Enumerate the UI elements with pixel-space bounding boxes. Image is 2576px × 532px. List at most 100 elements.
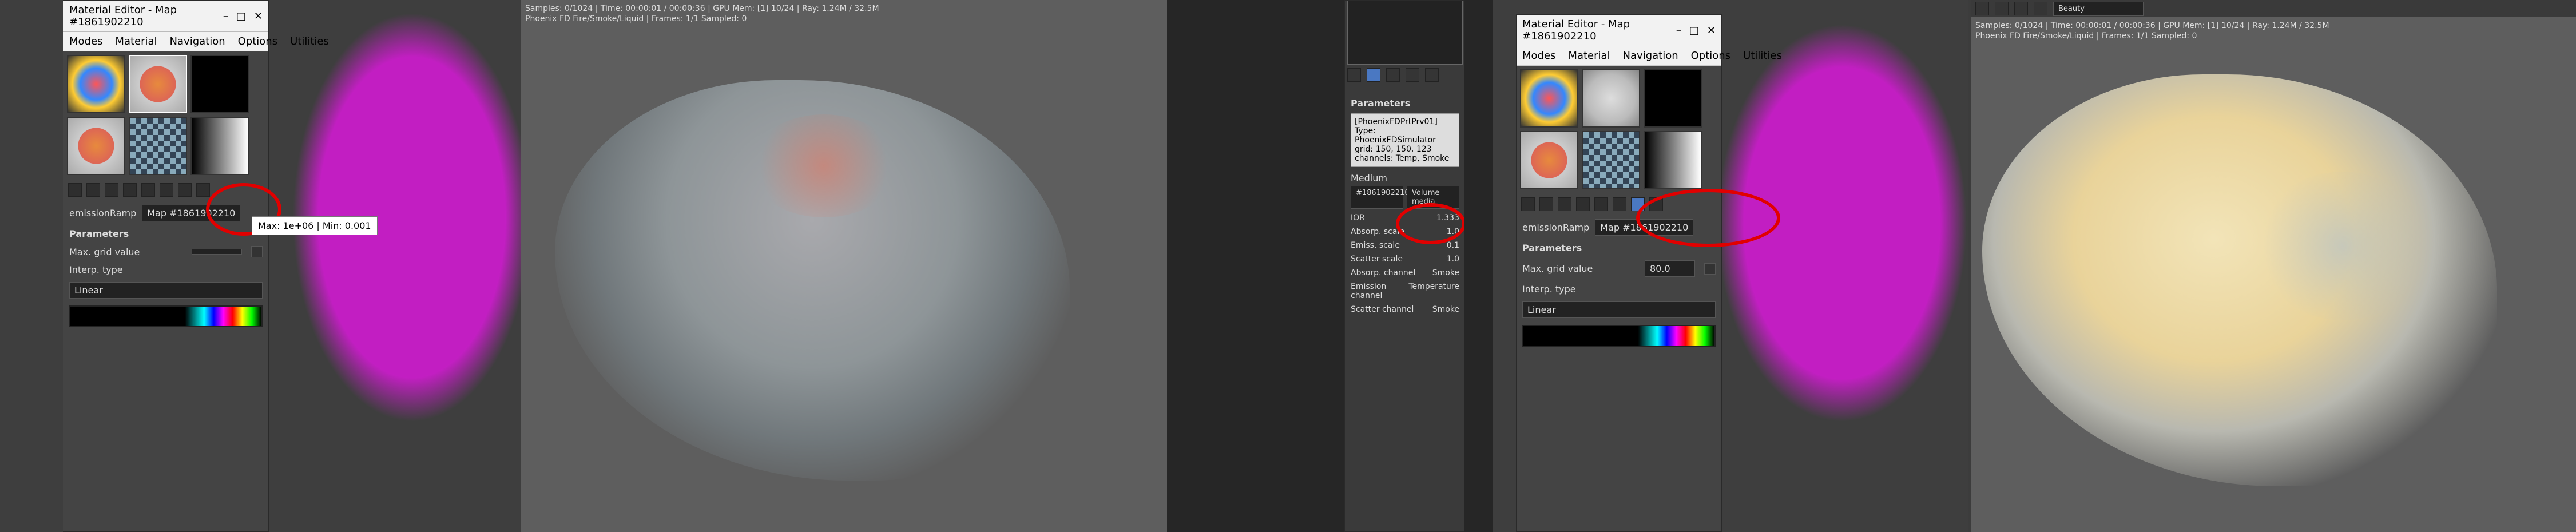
menu-bar: Modes Material Navigation Options Utilit…	[1517, 46, 1782, 66]
maximize-icon[interactable]: □	[1689, 25, 1699, 37]
max-grid-row: Max. grid value	[63, 243, 268, 261]
emission-channel-label: Emission channel	[1351, 282, 1387, 300]
param-row-emission-channel: Emission channel Temperature	[1351, 282, 1459, 300]
interp-dropdown[interactable]: Linear	[69, 282, 263, 299]
max-grid-spinner[interactable]	[1704, 263, 1716, 275]
params-title-middle[interactable]: Parameters	[1351, 98, 1459, 109]
gradient-row	[1517, 321, 1721, 350]
max-grid-spinner[interactable]	[251, 246, 263, 257]
show-map-icon[interactable]	[178, 183, 192, 197]
blue-tint-right	[2257, 172, 2428, 320]
max-grid-value-field[interactable]	[192, 249, 242, 255]
scatter-channel-label: Scatter channel	[1351, 305, 1414, 314]
info-icon[interactable]	[1367, 68, 1380, 82]
menu-modes[interactable]: Modes	[69, 35, 102, 47]
pick-icon[interactable]	[1347, 68, 1361, 82]
interp-label: Interp. type	[1522, 284, 1576, 295]
emiss-scale-value[interactable]: 0.1	[1447, 241, 1459, 250]
material-slot-1[interactable]	[67, 55, 125, 113]
pick-material-icon[interactable]	[1521, 197, 1535, 211]
material-slot-6[interactable]	[1644, 131, 1702, 189]
unique-icon[interactable]	[1594, 197, 1608, 211]
render-element-dropdown[interactable]: Beauty	[2053, 1, 2144, 16]
reset-map-icon[interactable]	[1558, 197, 1571, 211]
go-parent-icon[interactable]	[196, 183, 210, 197]
material-editor-right[interactable]: Material Editor - Map #1861902210 – □ ✕ …	[1516, 14, 1782, 532]
scatter-channel-value[interactable]: Smoke	[1432, 305, 1459, 314]
put-library-icon[interactable]	[160, 183, 173, 197]
menu-navigation[interactable]: Navigation	[170, 35, 225, 47]
copy-material-icon[interactable]	[1576, 197, 1590, 211]
material-slot-3[interactable]	[1644, 69, 1702, 128]
menu-options[interactable]: Options	[1691, 50, 1730, 62]
emission-channel-value[interactable]: Temperature	[1408, 282, 1459, 300]
material-slot-2[interactable]	[1582, 69, 1640, 128]
max-grid-row: Max. grid value 80.0	[1517, 257, 1721, 280]
param-row-absorp-channel: Absorp. channel Smoke	[1351, 268, 1459, 277]
color-gradient-ramp[interactable]	[69, 305, 263, 327]
medium-field[interactable]: #1861902210	[1351, 186, 1410, 209]
material-slot-1[interactable]	[1520, 69, 1578, 128]
mini-toolbar	[1347, 68, 1439, 82]
unique-icon[interactable]	[141, 183, 155, 197]
absorp-channel-value[interactable]: Smoke	[1432, 268, 1459, 277]
ember-glow-left	[749, 114, 898, 217]
save-icon[interactable]	[1975, 2, 1989, 15]
put-library-icon[interactable]	[1613, 197, 1626, 211]
interp-dropdown-row: Linear	[1517, 298, 1721, 321]
parameters-panel-middle[interactable]: Parameters [PhoenixFDPrtPrv01] Type: Pho…	[1344, 0, 1464, 532]
absorp-channel-label: Absorp. channel	[1351, 268, 1416, 277]
material-slots	[63, 51, 268, 178]
window-title-bar[interactable]: Material Editor - Map #1861902210 – □ ✕	[63, 1, 268, 32]
menu-modes[interactable]: Modes	[1522, 50, 1555, 62]
assign-material-icon[interactable]	[1539, 197, 1553, 211]
config-icon[interactable]	[1425, 68, 1439, 82]
menu-bar: Modes Material Navigation Options Utilit…	[63, 32, 329, 51]
listbox-line-4: channels: Temp, Smoke	[1355, 154, 1450, 163]
menu-material[interactable]: Material	[1568, 50, 1610, 62]
refresh-icon[interactable]	[1995, 2, 2009, 15]
pin-icon[interactable]	[1386, 68, 1400, 82]
render-window-left[interactable]: Samples: 0/1024 | Time: 00:00:01 / 00:00…	[521, 0, 1167, 532]
stop-icon[interactable]	[2034, 2, 2047, 15]
material-slot-6[interactable]	[190, 117, 249, 175]
menu-utilities[interactable]: Utilities	[1743, 50, 1782, 62]
material-slot-4[interactable]	[67, 117, 125, 175]
window-title-bar[interactable]: Material Editor - Map #1861902210 – □ ✕	[1517, 15, 1721, 46]
close-icon[interactable]: ✕	[1707, 25, 1716, 37]
copy-material-icon[interactable]	[123, 183, 137, 197]
material-slot-5[interactable]	[129, 117, 187, 175]
listbox-line-2: Type: PhoenixFDSimulator	[1355, 126, 1436, 145]
reset-map-icon[interactable]	[105, 183, 118, 197]
param-row-scatter-channel: Scatter channel Smoke	[1351, 305, 1459, 314]
material-slot-2[interactable]	[129, 55, 187, 113]
material-slot-4[interactable]	[1520, 131, 1578, 189]
menu-navigation[interactable]: Navigation	[1623, 50, 1678, 62]
fire-cloud-right	[1982, 74, 2497, 486]
minimize-icon[interactable]: –	[223, 10, 228, 22]
interp-dropdown[interactable]: Linear	[1522, 301, 1716, 318]
pause-icon[interactable]	[2014, 2, 2028, 15]
pick-material-icon[interactable]	[68, 183, 82, 197]
material-slot-5[interactable]	[1582, 131, 1640, 189]
close-icon[interactable]: ✕	[254, 10, 263, 22]
window-title: Material Editor - Map #1861902210	[1522, 18, 1630, 42]
material-editor-left[interactable]: Material Editor - Map #1861902210 – □ ✕ …	[63, 0, 329, 532]
assign-material-icon[interactable]	[86, 183, 100, 197]
material-slot-3[interactable]	[190, 55, 249, 113]
menu-options[interactable]: Options	[238, 35, 277, 47]
render-stats-line2: Phoenix FD Fire/Smoke/Liquid | Frames: 1…	[1975, 31, 2197, 41]
scatter-scale-value[interactable]: 1.0	[1447, 255, 1459, 264]
minimize-icon[interactable]: –	[1676, 25, 1681, 37]
empty-area-middle	[1167, 0, 1344, 532]
window-title: Material Editor - Map #1861902210	[69, 4, 177, 28]
sim-listbox[interactable]: [PhoenixFDPrtPrv01] Type: PhoenixFDSimul…	[1351, 113, 1459, 167]
menu-utilities[interactable]: Utilities	[290, 35, 329, 47]
render-window-right[interactable]: Beauty Samples: 0/1024 | Time: 00:00:01 …	[1971, 0, 2576, 532]
delete-icon[interactable]	[1406, 68, 1419, 82]
color-gradient-ramp[interactable]	[1522, 325, 1716, 347]
material-slots	[1517, 66, 1721, 193]
maximize-icon[interactable]: □	[236, 10, 246, 22]
max-grid-value-field[interactable]: 80.0	[1645, 260, 1695, 277]
menu-material[interactable]: Material	[115, 35, 157, 47]
